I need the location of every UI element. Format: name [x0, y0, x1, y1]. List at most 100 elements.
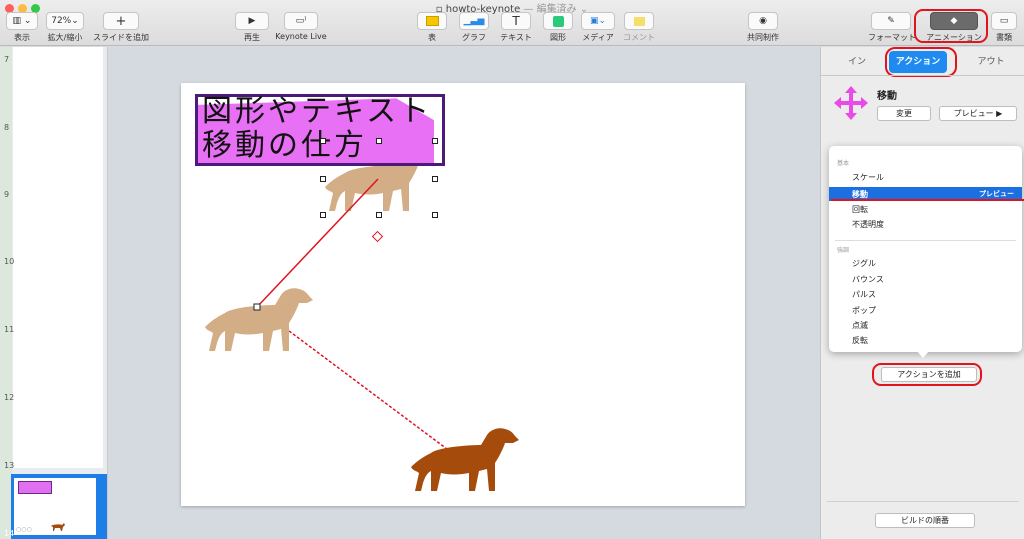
selection-handle[interactable]	[320, 176, 326, 182]
selection-handle[interactable]	[432, 138, 438, 144]
selection-handle[interactable]	[320, 212, 326, 218]
move-highlight-underline	[831, 199, 1024, 201]
add-slide-control[interactable]: + スライドを追加	[92, 12, 150, 43]
chart-icon: ▁▃▅	[463, 16, 485, 26]
menu-item-pulse[interactable]: パルス	[852, 289, 876, 300]
collaborate-icon: ◉	[759, 16, 767, 26]
media-control[interactable]: ▣⌄ メディア	[580, 12, 616, 43]
selection-handle[interactable]	[432, 176, 438, 182]
slide-number: 9	[4, 190, 10, 199]
slide-number: 12	[4, 393, 15, 402]
media-button[interactable]: ▣⌄	[581, 12, 615, 30]
menu-divider	[835, 240, 1016, 241]
chart-control[interactable]: ▁▃▅ グラフ	[458, 12, 490, 43]
tab-out[interactable]: アウト	[971, 51, 1011, 73]
comment-button[interactable]	[624, 12, 654, 30]
collaborate-button[interactable]: ◉	[748, 12, 778, 30]
play-icon: ▶	[248, 16, 256, 26]
table-button[interactable]	[417, 12, 447, 30]
paintbrush-icon: ✎	[887, 16, 895, 26]
action-tab-highlight-ring	[885, 47, 957, 77]
menu-item-jiggle[interactable]: ジグル	[852, 258, 876, 269]
slide-thumbnail-previous[interactable]	[13, 47, 103, 468]
text-button[interactable]: T	[501, 12, 531, 30]
toolbar: ▫ howto-keynote — 編集済み ⌄ ▥ ⌄ 表示 72% ⌄ 拡大/…	[0, 0, 1024, 46]
slide-canvas: 図形やテキスト 移動の仕方	[108, 47, 820, 539]
category-emphasis: 強調	[837, 247, 850, 254]
selection-handle[interactable]	[376, 212, 382, 218]
menu-item-blink[interactable]: 点滅	[852, 320, 868, 331]
chart-button[interactable]: ▁▃▅	[459, 12, 489, 30]
motion-path-handle[interactable]	[253, 303, 261, 311]
slide-number: 13	[4, 461, 15, 470]
selection-handle[interactable]	[376, 138, 382, 144]
broadcast-icon: ▭⁾	[295, 16, 307, 26]
thumbnail-dog	[51, 523, 65, 531]
slide-number: 14	[4, 529, 15, 538]
effect-name: 移動	[877, 91, 897, 102]
text-control[interactable]: T テキスト	[498, 12, 534, 43]
slide-thumbnail-14[interactable]: ○○○	[14, 478, 96, 535]
tabs-divider	[821, 75, 1024, 76]
document-button[interactable]: ▭	[991, 12, 1017, 30]
shape-control[interactable]: 図形	[542, 12, 574, 43]
menu-item-flip[interactable]: 反転	[852, 335, 868, 346]
preview-button[interactable]: プレビュー ▶	[939, 106, 1017, 121]
document-panel-icon: ▭	[999, 16, 1009, 26]
move-effect-icon	[834, 86, 868, 120]
dog-ghost-middle	[205, 288, 313, 351]
play-control[interactable]: ▶ 再生	[234, 12, 270, 43]
menu-item-opacity[interactable]: 不透明度	[852, 219, 884, 230]
shape-icon	[552, 15, 564, 27]
collaborate-control[interactable]: ◉ 共同制作	[744, 12, 782, 43]
format-button[interactable]: ✎	[871, 12, 911, 30]
keynote-live-control[interactable]: ▭⁾ Keynote Live	[272, 12, 330, 41]
thumbnail-title	[18, 481, 52, 494]
slide[interactable]: 図形やテキスト 移動の仕方	[181, 83, 745, 506]
shape-button[interactable]	[543, 12, 573, 30]
comment-icon	[633, 16, 645, 26]
build-order-button[interactable]: ビルドの順番	[875, 513, 975, 528]
slide-number: 11	[4, 325, 15, 334]
slide-number: 8	[4, 123, 10, 132]
table-control[interactable]: 表	[416, 12, 448, 43]
chevron-down-icon: ⌄	[71, 16, 79, 26]
view-menu-button[interactable]: ▥ ⌄	[6, 12, 38, 30]
tab-in[interactable]: イン	[837, 51, 877, 73]
view-control[interactable]: ▥ ⌄ 表示	[4, 12, 40, 43]
animate-highlight-ring	[914, 9, 988, 43]
sidebar-icon: ▥ ⌄	[12, 16, 32, 26]
inspector-divider	[827, 501, 1019, 502]
menu-item-scale[interactable]: スケール	[852, 172, 884, 183]
dog-final	[411, 428, 519, 491]
slide-navigator: 7 8 9 10 11 12 13 ○○○ 14	[0, 47, 108, 539]
action-effects-menu: 基本 スケール 移動 プレビュー 回転 不透明度 強調 ジグル バウンス パルス…	[829, 146, 1022, 352]
motion-anchor-marker[interactable]	[371, 230, 384, 243]
format-control[interactable]: ✎ フォーマット	[868, 12, 916, 43]
slide-title[interactable]: 図形やテキスト 移動の仕方	[202, 95, 432, 163]
motion-path-line	[256, 178, 379, 308]
menu-item-preview[interactable]: プレビュー	[979, 189, 1014, 199]
selection-handle[interactable]	[432, 212, 438, 218]
slide-number: 10	[4, 257, 15, 266]
change-effect-button[interactable]: 変更	[877, 106, 931, 121]
zoom-control[interactable]: 72% ⌄ 拡大/縮小	[44, 12, 86, 43]
keynote-live-button[interactable]: ▭⁾	[284, 12, 318, 30]
text-icon: T	[512, 14, 520, 28]
menu-item-bounce[interactable]: バウンス	[852, 274, 884, 285]
slide-number: 7	[4, 55, 10, 64]
comment-control[interactable]: コメント	[622, 12, 656, 43]
menu-caret	[917, 351, 929, 358]
document-control[interactable]: ▭ 書類	[990, 12, 1018, 43]
animate-inspector: イン アクション アウト 移動 変更 プレビュー ▶ 基本 スケール 移動 プレ…	[820, 47, 1024, 539]
selection-handle[interactable]	[320, 138, 326, 144]
menu-item-pop[interactable]: ポップ	[852, 305, 876, 316]
media-icon: ▣⌄	[589, 16, 607, 26]
zoom-popup[interactable]: 72% ⌄	[46, 12, 84, 30]
menu-item-rotate[interactable]: 回転	[852, 204, 868, 215]
plus-icon: +	[115, 13, 127, 29]
category-basic: 基本	[837, 160, 850, 167]
play-button[interactable]: ▶	[235, 12, 269, 30]
add-action-highlight-ring	[872, 363, 982, 386]
add-slide-button[interactable]: +	[103, 12, 139, 30]
